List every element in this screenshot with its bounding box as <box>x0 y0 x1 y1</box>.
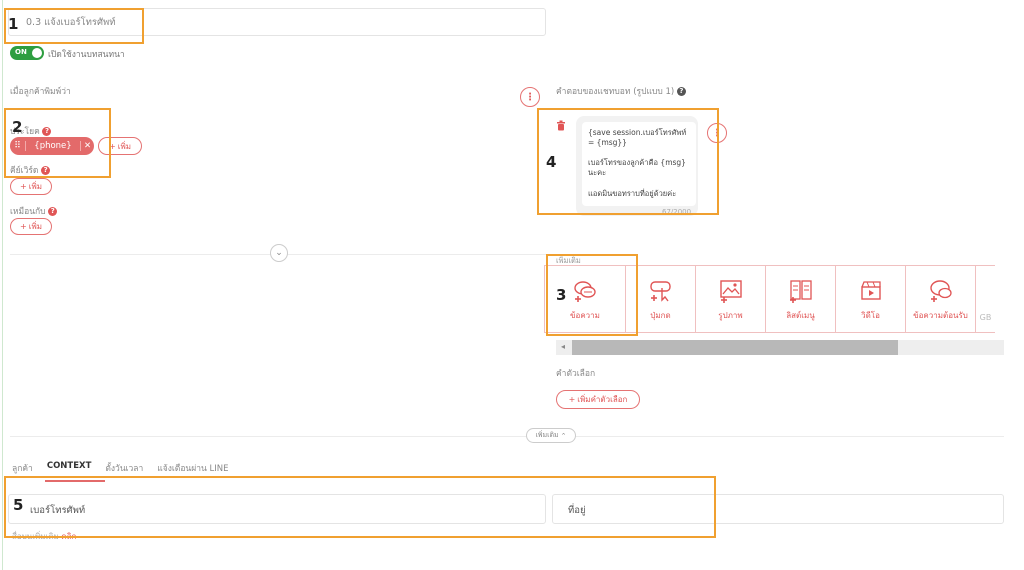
image-icon <box>719 280 742 303</box>
tile-list-menu[interactable]: ลิสต์เมนู <box>765 265 836 333</box>
tile-label: วิดีโอ <box>861 311 880 320</box>
tabs-bar: ลูกค้า CONTEXT ตั้งวันเวลา แจ้งเตือนผ่าน… <box>12 461 228 475</box>
list-menu-icon <box>789 280 812 303</box>
options-label: คำตัวเลือก <box>556 369 596 379</box>
add-option-label: เพิ่มคำตัวเลือก <box>577 395 628 404</box>
add-option-button[interactable]: + เพิ่มคำตัวเลือก <box>556 390 640 409</box>
toggle-label: เปิดใช้งานบทสนทนา <box>48 50 125 60</box>
contains-label: เหมือนกับ ? <box>10 204 58 218</box>
expand-chevron-icon[interactable]: ⌄ <box>270 244 288 262</box>
plus-icon: + <box>568 395 576 404</box>
tile-label: รูปภาพ <box>718 311 743 320</box>
annotation-number: 3 <box>556 286 567 304</box>
annotation-box-4 <box>537 108 719 215</box>
more-options-icon[interactable]: ⋮ <box>520 87 540 107</box>
video-icon <box>860 281 881 300</box>
tab-customer[interactable]: ลูกค้า <box>12 461 33 475</box>
help-icon[interactable]: ? <box>676 87 686 96</box>
add-sentence-label: เพิ่ม <box>117 141 131 151</box>
chevron-up-icon: ⌃ <box>560 431 567 440</box>
tile-image[interactable]: รูปภาพ <box>695 265 766 333</box>
add-contains-button[interactable]: + เพิ่ม <box>10 218 52 235</box>
annotation-number: 4 <box>546 153 557 171</box>
tab-schedule[interactable]: ตั้งวันเวลา <box>105 461 143 475</box>
annotation-number: 2 <box>12 118 23 136</box>
add-keyword-label: เพิ่ม <box>28 182 42 191</box>
plus-icon: + <box>20 182 27 191</box>
contains-label-text: เหมือนกับ <box>10 207 46 217</box>
tile-greeting[interactable]: ข้อความต้อนรับ <box>905 265 976 333</box>
toggle-knob <box>32 48 42 58</box>
scroll-left-icon[interactable]: ◂ <box>561 342 565 351</box>
tile-label: ลิสต์เมนู <box>786 311 815 320</box>
annotation-number: 5 <box>13 496 24 514</box>
trigger-section-title: เมื่อลูกค้าพิมพ์ว่า <box>10 87 71 97</box>
annotation-box-1 <box>4 8 144 44</box>
tile-label: GB <box>979 313 992 322</box>
more-button-label: เพิ่มเติม <box>535 431 559 439</box>
help-icon[interactable]: ? <box>48 207 58 216</box>
reply-section-title-text: คำตอบของแชทบอท (รูปแบบ 1) <box>556 87 675 97</box>
tab-context[interactable]: CONTEXT <box>47 461 92 475</box>
button-icon <box>649 281 671 302</box>
tile-partial[interactable]: GB <box>975 265 995 333</box>
add-keyword-button[interactable]: + เพิ่ม <box>10 178 52 195</box>
tile-label: ปุ่มกด <box>650 311 671 320</box>
annotation-box-5 <box>4 476 716 538</box>
scrollbar-thumb[interactable] <box>572 340 898 355</box>
tile-video[interactable]: วิดีโอ <box>835 265 906 333</box>
greeting-icon <box>929 280 952 302</box>
left-edge-line <box>2 0 3 570</box>
plus-icon: + <box>20 222 27 231</box>
tile-label: ข้อความต้อนรับ <box>913 311 968 320</box>
toggle-state-text: ON <box>15 48 27 56</box>
tab-line-notify[interactable]: แจ้งเตือนผ่าน LINE <box>157 461 228 475</box>
reply-section-title: คำตอบของแชทบอท (รูปแบบ 1) ? <box>556 84 686 98</box>
annotation-number: 1 <box>8 15 19 33</box>
more-divider <box>10 436 1004 437</box>
add-contains-label: เพิ่ม <box>28 222 42 231</box>
more-button[interactable]: เพิ่มเติม ⌃ <box>526 428 576 443</box>
